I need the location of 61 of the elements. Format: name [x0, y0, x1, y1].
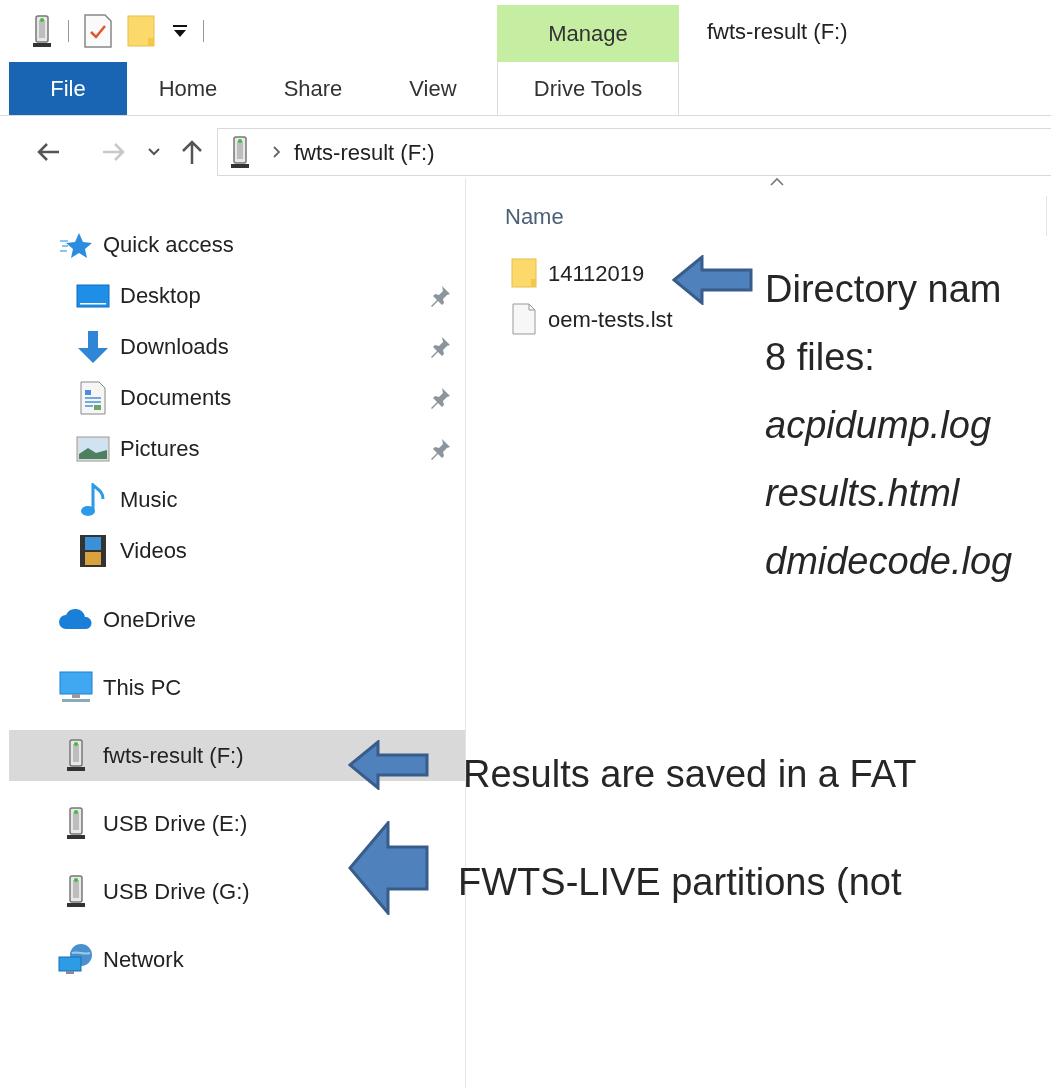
path-segment[interactable]: fwts-result (F:) — [294, 135, 435, 169]
drive-icon — [64, 806, 88, 840]
document-icon — [79, 380, 107, 415]
nav-item[interactable]: Pictures — [9, 423, 465, 474]
annotation-text: results.html — [765, 471, 961, 516]
picture-icon — [76, 435, 110, 462]
ribbon-tab[interactable]: View — [377, 62, 489, 115]
nav-item[interactable]: Desktop — [9, 270, 465, 321]
back-arrow-icon[interactable] — [35, 141, 61, 163]
context-group-label: Manage — [497, 5, 679, 62]
music-note-icon — [79, 482, 107, 517]
ribbon-tab[interactable]: Drive Tools — [497, 62, 679, 115]
chevron-icon — [272, 145, 282, 159]
properties-icon[interactable] — [83, 14, 113, 48]
drive-icon — [64, 874, 88, 908]
annotation-text: acpidump.log — [765, 403, 993, 448]
up-arrow-icon[interactable] — [180, 139, 204, 165]
window-title: fwts-result (F:) — [707, 17, 848, 46]
arrow-icon — [672, 255, 754, 305]
pin-icon — [429, 335, 451, 358]
ribbon-tab[interactable]: Share — [249, 62, 377, 115]
address-field[interactable]: fwts-result (F:) — [217, 128, 1051, 176]
nav-item[interactable]: Network — [9, 933, 196, 985]
file-item[interactable]: 14112019 — [511, 250, 651, 296]
nav-item[interactable]: OneDrive — [9, 593, 208, 645]
film-strip-icon — [79, 533, 107, 568]
desktop-icon — [76, 282, 110, 309]
sort-ascending-icon — [769, 176, 785, 186]
nav-item[interactable]: Documents — [9, 372, 465, 423]
monitor-icon — [58, 671, 94, 703]
file-icon — [511, 303, 537, 335]
annotation-text: Directory nam — [765, 267, 1003, 312]
column-header[interactable]: Name — [505, 196, 1047, 236]
folder-icon — [511, 258, 537, 288]
ribbon-tab[interactable]: Home — [127, 62, 249, 115]
nav-item[interactable]: Quick access — [9, 219, 246, 270]
nav-item[interactable]: USB Drive (E:) — [9, 797, 260, 849]
nav-item[interactable]: fwts-result (F:) — [9, 729, 465, 781]
nav-item[interactable]: USB Drive (G:) — [9, 865, 262, 917]
annotation-text: dmidecode.log — [765, 539, 1013, 584]
pin-icon — [429, 386, 451, 409]
annotation-text: Results are saved in a FAT — [463, 752, 917, 797]
network-icon — [58, 943, 94, 975]
pin-icon — [429, 284, 451, 307]
nav-item[interactable]: Music — [9, 474, 465, 525]
nav-item[interactable]: This PC — [9, 661, 194, 713]
ribbon-tab[interactable]: File — [9, 62, 127, 115]
cloud-icon — [58, 608, 94, 630]
drive-icon — [64, 738, 88, 772]
file-item[interactable]: oem-tests.lst — [511, 296, 679, 342]
nav-item[interactable]: Videos — [9, 525, 465, 576]
annotation-text: 8 files: — [765, 335, 876, 380]
down-arrow-icon — [76, 329, 110, 364]
annotation-text: FWTS-LIVE partitions (not — [458, 860, 902, 905]
arrow-icon — [348, 740, 430, 790]
nav-item[interactable]: Downloads — [9, 321, 465, 372]
recent-locations-icon[interactable] — [147, 147, 161, 157]
arrow-icon — [348, 821, 430, 915]
pin-icon — [429, 437, 451, 460]
drive-icon — [228, 135, 252, 169]
drive-icon[interactable] — [30, 14, 54, 48]
